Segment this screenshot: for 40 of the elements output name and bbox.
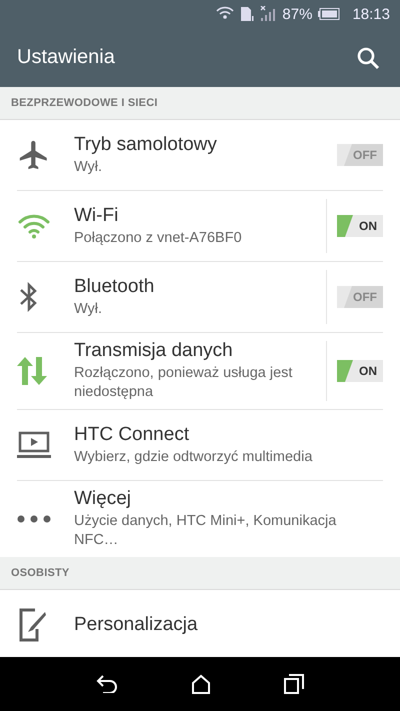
settings-row[interactable]: HTC Connect Wybierz, gdzie odtworzyć multimedia (17, 410, 383, 481)
setting-title: Więcej (74, 488, 132, 510)
setting-title: Wi-Fi (74, 204, 120, 226)
battery-percent: 87% (282, 6, 312, 22)
toggle-switch[interactable]: ON (337, 360, 383, 382)
toggle-slider-icon (337, 215, 353, 237)
toggle-switch[interactable]: ON (337, 215, 383, 237)
setting-subtitle: Użycie danych, HTC Mini+, Komunikacja NFC… (74, 512, 338, 550)
settings-row[interactable]: Tryb samolotowy Wył. OFF (17, 120, 383, 191)
screen-title: Ustawienia (17, 46, 115, 69)
toggle-slider-icon (337, 144, 353, 166)
phone-brush-icon (17, 607, 47, 643)
toggle-slider-icon (337, 360, 353, 382)
setting-title: Tryb samolotowy (74, 134, 218, 156)
more-dots-icon (17, 515, 51, 523)
setting-subtitle: Rozłączono, ponieważ usługa jest niedostępna (74, 364, 294, 402)
setting-title: Transmisja danych (74, 340, 234, 362)
battery-icon (318, 8, 340, 20)
setting-title: HTC Connect (74, 424, 190, 446)
settings-row[interactable]: Więcej Użycie danych, HTC Mini+, Komunikacja NFC… (17, 481, 383, 557)
setting-subtitle: Wył. (74, 158, 104, 176)
setting-subtitle: Połączono z vnet-A76BF0 (74, 228, 243, 248)
settings-row[interactable]: Wi-Fi Połączono z vnet-A76BF0 ON (17, 191, 383, 262)
up-down-arrows-icon (17, 357, 47, 385)
wifi-status-icon (216, 6, 234, 22)
toggle-slider-icon (337, 286, 353, 308)
sim-card-icon (240, 6, 254, 22)
signal-icon (260, 6, 276, 22)
screen-play-icon (17, 431, 51, 459)
settings-row[interactable]: Personalizacja (17, 590, 383, 657)
wifi-icon (17, 213, 51, 239)
clock: 18:13 (352, 6, 390, 22)
settings-row[interactable]: Bluetooth Wył. OFF (17, 262, 383, 333)
section-title: OSOBISTY (11, 567, 70, 579)
setting-subtitle: Wybierz, gdzie odtworzyć multimedia (74, 448, 314, 466)
section-title: BEZPRZEWODOWE I SIECI (11, 97, 158, 109)
setting-subtitle: Wył. (74, 300, 104, 318)
settings-row[interactable]: Transmisja danych Rozłączono, ponieważ usługa jest niedostępna ON (17, 333, 383, 410)
setting-title: Personalizacja (74, 614, 199, 636)
setting-title: Bluetooth (74, 276, 156, 298)
